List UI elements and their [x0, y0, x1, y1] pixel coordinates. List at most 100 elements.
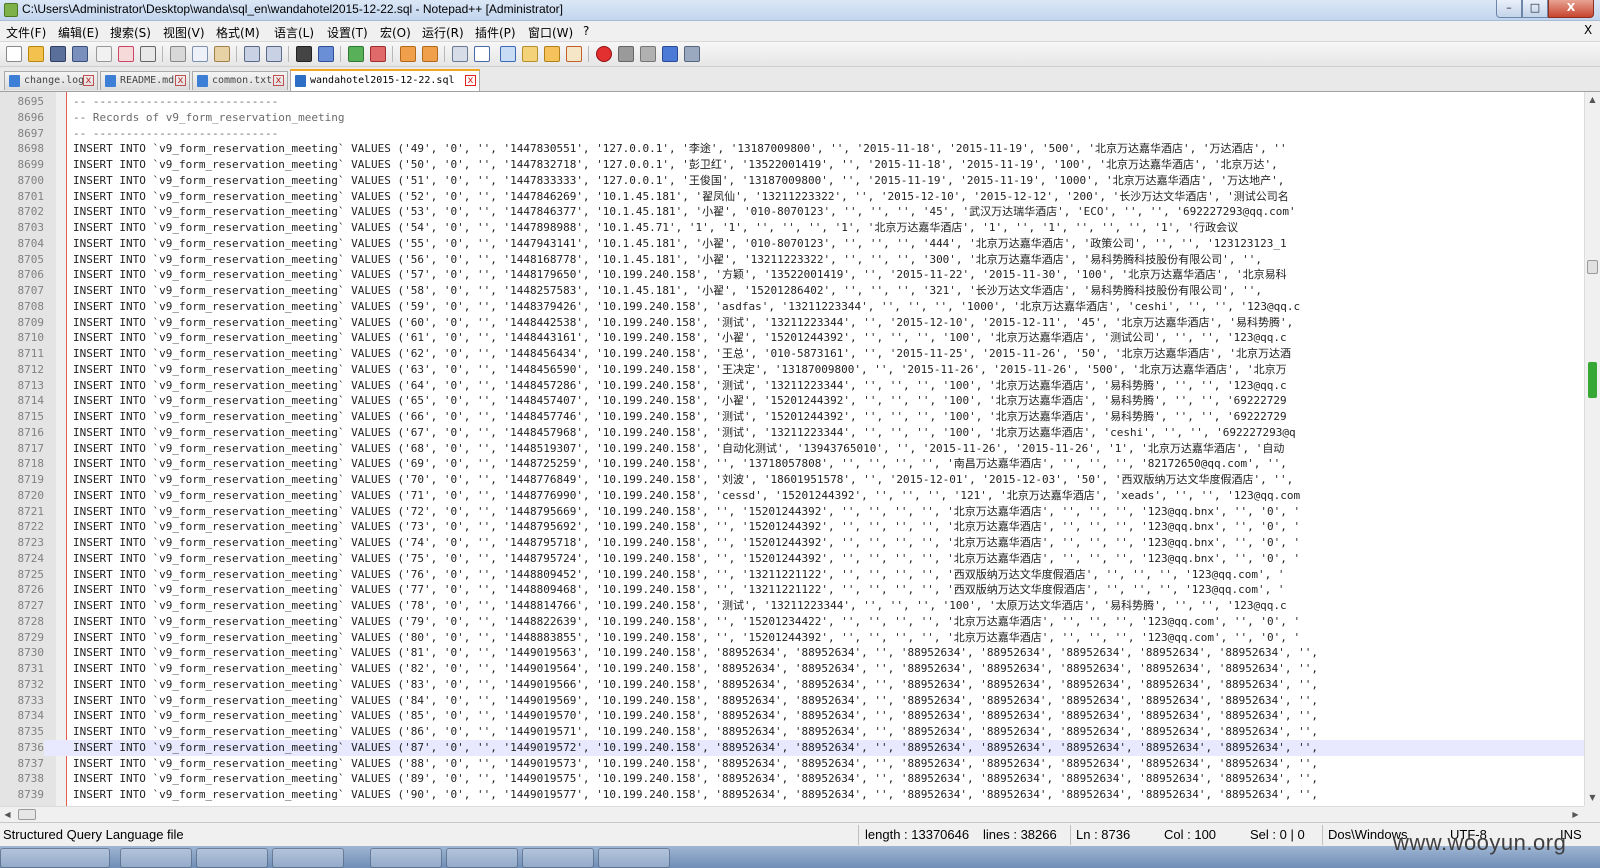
code-line[interactable]: 8712 INSERT INTO `v9_form_reservation_mee… — [0, 362, 1584, 378]
zoom-in-icon[interactable] — [348, 46, 364, 62]
code-line[interactable]: 8722 INSERT INTO `v9_form_reservation_mee… — [0, 519, 1584, 535]
close-button[interactable]: X — [1548, 0, 1594, 18]
sql-statement[interactable]: INSERT INTO `v9_form_reservation_meeting… — [73, 661, 1318, 677]
sql-statement[interactable]: INSERT INTO `v9_form_reservation_meeting… — [73, 598, 1287, 614]
print-icon[interactable] — [140, 46, 156, 62]
sql-statement[interactable]: INSERT INTO `v9_form_reservation_meeting… — [73, 252, 1262, 268]
sql-statement[interactable]: INSERT INTO `v9_form_reservation_meeting… — [73, 141, 1287, 157]
save-icon[interactable] — [50, 46, 66, 62]
code-line[interactable]: 8707 INSERT INTO `v9_form_reservation_mee… — [0, 283, 1584, 299]
tab-common-txt[interactable]: common.txt x — [192, 71, 288, 90]
sql-statement[interactable]: INSERT INTO `v9_form_reservation_meeting… — [73, 693, 1318, 709]
minimize-button[interactable]: – — [1496, 0, 1522, 18]
redo-icon[interactable] — [266, 46, 282, 62]
maximize-button[interactable]: □ — [1522, 0, 1548, 18]
editor-area[interactable]: 8695 -- ---------------------------- 8696 -… — [0, 92, 1584, 806]
scrollbar-thumb[interactable] — [1587, 260, 1598, 274]
sql-statement[interactable]: INSERT INTO `v9_form_reservation_meeting… — [73, 488, 1300, 504]
save-macro-icon[interactable] — [684, 46, 700, 62]
stop-macro-icon[interactable] — [618, 46, 634, 62]
taskbar-app[interactable] — [272, 848, 344, 868]
menu-window[interactable]: 窗口(W) — [528, 24, 573, 41]
code-line[interactable]: 8720 INSERT INTO `v9_form_reservation_mee… — [0, 488, 1584, 504]
sql-statement[interactable]: INSERT INTO `v9_form_reservation_meeting… — [73, 173, 1284, 189]
menu-format[interactable]: 格式(M) — [216, 24, 260, 41]
sync-horizontal-icon[interactable] — [422, 46, 438, 62]
taskbar-app[interactable] — [522, 848, 594, 868]
horizontal-scrollbar[interactable]: ◀ ▶ — [0, 806, 1584, 822]
sql-statement[interactable]: INSERT INTO `v9_form_reservation_meeting… — [73, 677, 1318, 693]
menu-file[interactable]: 文件(F) — [6, 24, 46, 41]
undo-icon[interactable] — [244, 46, 260, 62]
code-line[interactable]: 8702 INSERT INTO `v9_form_reservation_mee… — [0, 204, 1584, 220]
sql-statement[interactable]: INSERT INTO `v9_form_reservation_meeting… — [73, 236, 1287, 252]
notepadpp-app-icon[interactable] — [4, 3, 18, 17]
taskbar-app[interactable] — [196, 848, 268, 868]
start-button[interactable] — [0, 848, 110, 868]
scroll-down-icon[interactable]: ▼ — [1585, 790, 1600, 805]
close-all-icon[interactable] — [118, 46, 134, 62]
sql-statement[interactable]: INSERT INTO `v9_form_reservation_meeting… — [73, 582, 1284, 598]
sql-statement[interactable]: INSERT INTO `v9_form_reservation_meeting… — [73, 771, 1318, 787]
replace-icon[interactable] — [318, 46, 334, 62]
sql-statement[interactable]: INSERT INTO `v9_form_reservation_meeting… — [73, 330, 1287, 346]
code-line[interactable]: 8727 INSERT INTO `v9_form_reservation_mee… — [0, 598, 1584, 614]
tab-close-icon[interactable]: x — [273, 75, 284, 86]
play-macro-icon[interactable] — [640, 46, 656, 62]
vertical-scrollbar[interactable]: ▲ ▼ — [1584, 92, 1600, 806]
scrollbar-thumb[interactable] — [18, 809, 36, 820]
code-line[interactable]: 8721 INSERT INTO `v9_form_reservation_mee… — [0, 504, 1584, 520]
code-line[interactable]: 8701 INSERT INTO `v9_form_reservation_mee… — [0, 189, 1584, 205]
sql-comment[interactable]: -- ---------------------------- — [73, 94, 278, 110]
menu-macro[interactable]: 宏(O) — [380, 24, 411, 41]
code-line[interactable]: 8732 INSERT INTO `v9_form_reservation_mee… — [0, 677, 1584, 693]
title-bar[interactable]: C:\Users\Administrator\Desktop\wanda\sql… — [0, 0, 1600, 21]
tab-wandahotel-sql[interactable]: wandahotel2015-12-22.sql x — [290, 69, 480, 91]
copy-icon[interactable] — [192, 46, 208, 62]
code-line[interactable]: 8729 INSERT INTO `v9_form_reservation_mee… — [0, 630, 1584, 646]
code-line[interactable]: 8709 INSERT INTO `v9_form_reservation_mee… — [0, 315, 1584, 331]
code-line[interactable]: 8717 INSERT INTO `v9_form_reservation_mee… — [0, 441, 1584, 457]
code-line[interactable]: 8697 -- ---------------------------- — [0, 126, 1584, 142]
sql-statement[interactable]: INSERT INTO `v9_form_reservation_meeting… — [73, 787, 1318, 803]
code-line[interactable]: 8728 INSERT INTO `v9_form_reservation_mee… — [0, 614, 1584, 630]
sql-statement[interactable]: INSERT INTO `v9_form_reservation_meeting… — [73, 220, 1238, 236]
sql-statement[interactable]: INSERT INTO `v9_form_reservation_meeting… — [73, 425, 1296, 441]
sql-statement[interactable]: INSERT INTO `v9_form_reservation_meeting… — [73, 393, 1287, 409]
sql-statement[interactable]: INSERT INTO `v9_form_reservation_meeting… — [73, 315, 1293, 331]
sql-statement[interactable]: INSERT INTO `v9_form_reservation_meeting… — [73, 567, 1284, 583]
indent-guide-icon[interactable] — [500, 46, 516, 62]
close-document-button[interactable]: X — [1584, 23, 1592, 37]
menu-plugins[interactable]: 插件(P) — [475, 24, 516, 41]
code-line[interactable]: 8739 INSERT INTO `v9_form_reservation_mee… — [0, 787, 1584, 803]
code-line[interactable]: 8723 INSERT INTO `v9_form_reservation_mee… — [0, 535, 1584, 551]
scroll-up-icon[interactable]: ▲ — [1585, 92, 1600, 107]
code-line[interactable]: 8725 INSERT INTO `v9_form_reservation_mee… — [0, 567, 1584, 583]
taskbar-app[interactable] — [370, 848, 442, 868]
sql-statement[interactable]: INSERT INTO `v9_form_reservation_meeting… — [73, 267, 1287, 283]
code-line[interactable]: 8733 INSERT INTO `v9_form_reservation_mee… — [0, 693, 1584, 709]
taskbar-app[interactable] — [598, 848, 670, 868]
code-line[interactable]: 8711 INSERT INTO `v9_form_reservation_mee… — [0, 346, 1584, 362]
code-line[interactable]: 8695 -- ---------------------------- — [0, 94, 1584, 110]
cut-icon[interactable] — [170, 46, 186, 62]
tab-close-icon[interactable]: x — [83, 75, 94, 86]
function-list-icon[interactable] — [544, 46, 560, 62]
menu-edit[interactable]: 编辑(E) — [58, 24, 99, 41]
close-file-icon[interactable] — [96, 46, 112, 62]
sql-statement[interactable]: INSERT INTO `v9_form_reservation_meeting… — [73, 441, 1284, 457]
sql-statement[interactable]: INSERT INTO `v9_form_reservation_meeting… — [73, 362, 1287, 378]
find-icon[interactable] — [296, 46, 312, 62]
sql-statement[interactable]: INSERT INTO `v9_form_reservation_meeting… — [73, 740, 1318, 756]
code-line[interactable]: 8731 INSERT INTO `v9_form_reservation_mee… — [0, 661, 1584, 677]
code-line[interactable]: 8734 INSERT INTO `v9_form_reservation_mee… — [0, 708, 1584, 724]
code-line[interactable]: 8726 INSERT INTO `v9_form_reservation_mee… — [0, 582, 1584, 598]
sql-statement[interactable]: INSERT INTO `v9_form_reservation_meeting… — [73, 630, 1300, 646]
word-wrap-icon[interactable] — [452, 46, 468, 62]
open-folder-icon[interactable] — [28, 46, 44, 62]
code-line[interactable]: 8735 INSERT INTO `v9_form_reservation_mee… — [0, 724, 1584, 740]
code-line[interactable]: 8719 INSERT INTO `v9_form_reservation_mee… — [0, 472, 1584, 488]
code-line[interactable]: 8713 INSERT INTO `v9_form_reservation_mee… — [0, 378, 1584, 394]
tab-close-icon[interactable]: x — [465, 75, 476, 86]
code-line[interactable]: 8705 INSERT INTO `v9_form_reservation_mee… — [0, 252, 1584, 268]
